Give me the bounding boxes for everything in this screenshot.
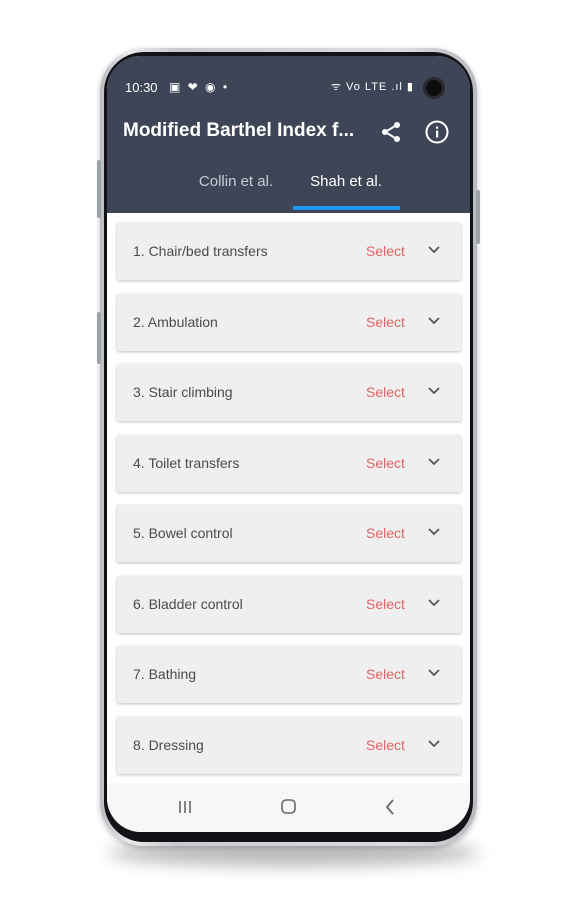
app-bar: 10:30 ▣ ❤ ◉ • ᯤ Vo LTE .ıl ▮ Modified Ba… <box>107 56 470 213</box>
item-label: 6. Bladder control <box>133 596 243 612</box>
select-button[interactable]: Select <box>366 314 405 330</box>
item-label: 4. Toilet transfers <box>133 455 240 471</box>
select-button[interactable]: Select <box>366 384 405 400</box>
item-label: 8. Dressing <box>133 737 204 753</box>
list-item[interactable]: 1. Chair/bed transfers Select <box>117 223 461 280</box>
item-label: 7. Bathing <box>133 666 197 682</box>
chevron-down-icon[interactable] <box>427 386 441 396</box>
item-label: 3. Stair climbing <box>133 384 233 400</box>
system-nav-bar <box>107 783 470 832</box>
status-time: 10:30 <box>125 80 158 95</box>
home-icon[interactable] <box>280 798 297 815</box>
chevron-down-icon[interactable] <box>427 527 441 537</box>
chevron-down-icon[interactable] <box>427 245 441 255</box>
select-button[interactable]: Select <box>366 243 405 259</box>
system-status-icons: ᯤ Vo LTE .ıl ▮ <box>330 81 414 93</box>
volume-up-button <box>97 160 101 218</box>
list-item[interactable]: 2. Ambulation Select <box>117 294 461 351</box>
power-button <box>476 190 480 244</box>
active-tab-indicator <box>293 206 400 210</box>
share-icon[interactable] <box>379 120 403 144</box>
status-bar: 10:30 ▣ ❤ ◉ • ᯤ Vo LTE .ıl ▮ <box>125 78 444 96</box>
item-label: 2. Ambulation <box>133 314 218 330</box>
item-label: 1. Chair/bed transfers <box>133 243 268 259</box>
list-item[interactable]: 5. Bowel control Select <box>117 505 461 562</box>
chevron-down-icon[interactable] <box>427 598 441 608</box>
chevron-down-icon[interactable] <box>427 316 441 326</box>
list-item[interactable]: 4. Toilet transfers Select <box>117 435 461 492</box>
front-camera <box>423 77 445 99</box>
list-item[interactable]: 7. Bathing Select <box>117 646 461 703</box>
select-button[interactable]: Select <box>366 666 405 682</box>
item-list: 1. Chair/bed transfers Select 2. Ambulat… <box>107 213 470 783</box>
list-item[interactable]: 6. Bladder control Select <box>117 576 461 633</box>
tab-collin-et-al[interactable]: Collin et al. <box>185 173 287 213</box>
chevron-down-icon[interactable] <box>427 739 441 749</box>
phone-screen: 10:30 ▣ ❤ ◉ • ᯤ Vo LTE .ıl ▮ Modified Ba… <box>107 56 470 832</box>
page-title: Modified Barthel Index f... <box>123 120 355 141</box>
list-item[interactable]: 8. Dressing Select <box>117 717 461 774</box>
select-button[interactable]: Select <box>366 525 405 541</box>
notification-icons: ▣ ❤ ◉ • <box>169 80 230 94</box>
select-button[interactable]: Select <box>366 737 405 753</box>
chevron-down-icon[interactable] <box>427 457 441 467</box>
select-button[interactable]: Select <box>366 455 405 471</box>
item-label: 5. Bowel control <box>133 525 233 541</box>
info-icon[interactable] <box>424 119 450 145</box>
list-item[interactable]: 3. Stair climbing Select <box>117 364 461 421</box>
volume-down-button <box>97 312 101 364</box>
chevron-down-icon[interactable] <box>427 668 441 678</box>
recent-apps-icon[interactable] <box>177 799 193 815</box>
select-button[interactable]: Select <box>366 596 405 612</box>
back-icon[interactable] <box>384 798 396 816</box>
